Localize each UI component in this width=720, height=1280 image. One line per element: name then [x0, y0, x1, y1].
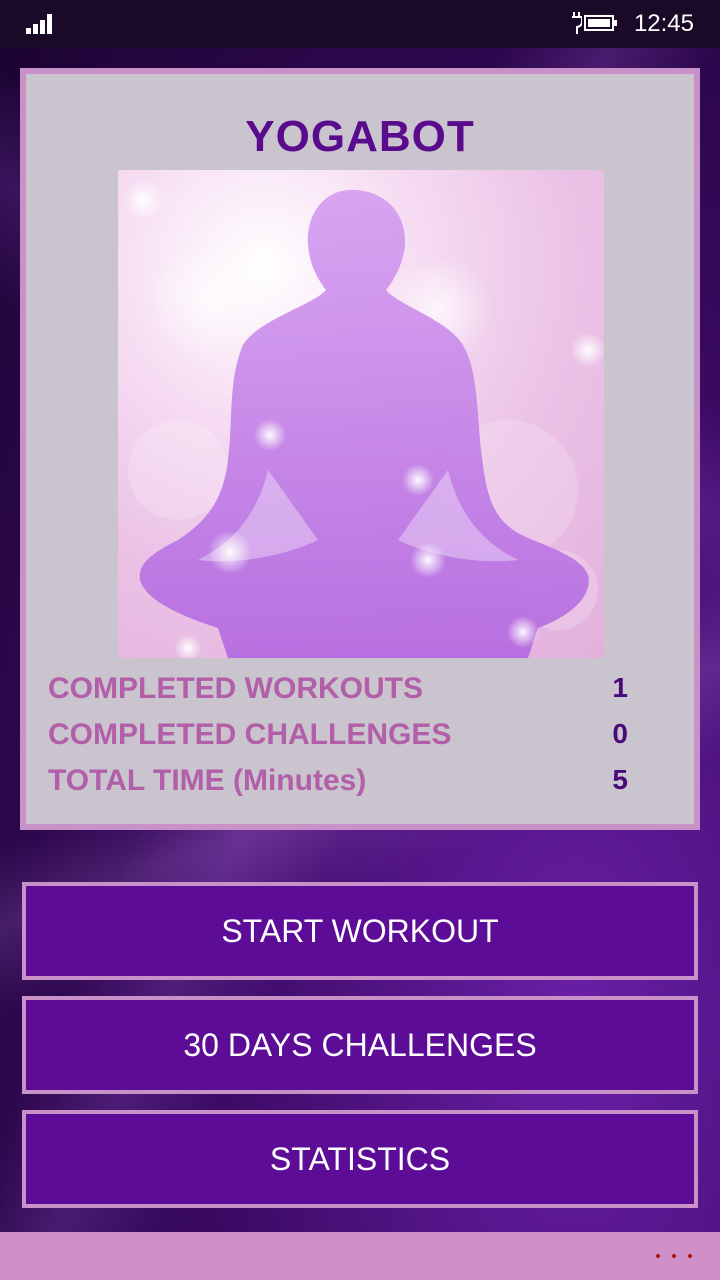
app-title: YOGABOT [245, 112, 475, 161]
more-dots-icon[interactable] [656, 1250, 694, 1262]
stat-label: COMPLETED WORKOUTS [48, 672, 423, 705]
app-bar [0, 1232, 720, 1280]
stat-label: COMPLETED CHALLENGES [48, 718, 452, 751]
signal-strength-icon [26, 14, 56, 34]
summary-card: YOGABOT COMPLETED WORKOUTS 1 COMPLETED C… [20, 68, 700, 830]
battery-charging-icon [572, 12, 620, 34]
stat-value: 5 [612, 764, 628, 795]
status-bar: 12:45 [0, 0, 720, 48]
status-clock: 12:45 [633, 10, 694, 37]
stat-value: 0 [612, 718, 628, 749]
start-workout-button[interactable]: START WORKOUT [22, 882, 698, 980]
stat-row-workouts: COMPLETED WORKOUTS 1 [48, 672, 628, 716]
stat-label: TOTAL TIME (Minutes) [48, 764, 367, 797]
thirty-days-challenges-button[interactable]: 30 DAYS CHALLENGES [22, 996, 698, 1094]
statistics-button[interactable]: STATISTICS [22, 1110, 698, 1208]
stat-row-challenges: COMPLETED CHALLENGES 0 [48, 718, 628, 762]
stat-row-total-time: TOTAL TIME (Minutes) 5 [48, 764, 628, 808]
stat-value: 1 [612, 672, 628, 703]
meditation-illustration [118, 170, 604, 658]
